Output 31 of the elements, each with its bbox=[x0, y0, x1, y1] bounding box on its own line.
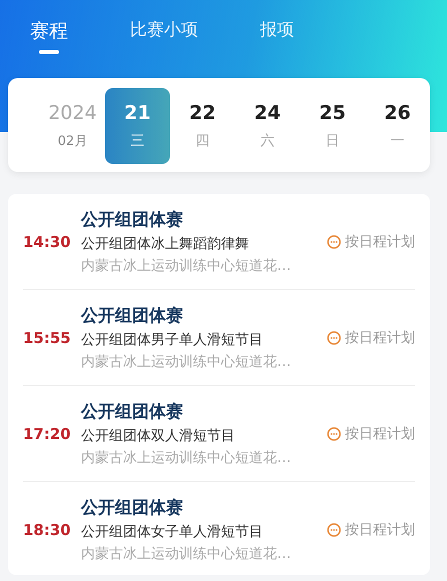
year-label: 2024 bbox=[48, 102, 97, 124]
event-group: 公开组团体赛 bbox=[81, 304, 327, 327]
date-item[interactable]: 26 一 bbox=[365, 88, 430, 164]
more-icon bbox=[327, 522, 341, 536]
event-venue: 内蒙古冰上运动训练中心短道花… bbox=[81, 353, 292, 371]
event-status: 按日程计划 bbox=[345, 424, 415, 442]
event-group: 公开组团体赛 bbox=[81, 400, 327, 423]
month-label: 02月 bbox=[58, 133, 88, 150]
event-time: 15:55 bbox=[23, 328, 72, 346]
tab[interactable]: 赛程 bbox=[30, 18, 68, 54]
event-venue: 内蒙古冰上运动训练中心短道花… bbox=[81, 449, 292, 467]
date-item[interactable]: 24 六 bbox=[235, 88, 300, 164]
event-name: 公开组团体男子单人滑短节目 bbox=[81, 331, 264, 349]
more-icon bbox=[327, 234, 341, 248]
event-group: 公开组团体赛 bbox=[81, 208, 327, 231]
event-time: 18:30 bbox=[23, 520, 72, 538]
event-venue: 内蒙古冰上运动训练中心短道花… bbox=[81, 545, 292, 563]
event-time: 14:30 bbox=[23, 232, 72, 250]
event-status: 按日程计划 bbox=[345, 328, 415, 346]
event-venue: 内蒙古冰上运动训练中心短道花… bbox=[81, 257, 292, 275]
event-status: 按日程计划 bbox=[345, 520, 415, 538]
event-time: 17:20 bbox=[23, 424, 72, 442]
event-name: 公开组团体冰上舞蹈韵律舞 bbox=[81, 235, 250, 253]
more-icon bbox=[327, 426, 341, 440]
event-group: 公开组团体赛 bbox=[81, 496, 327, 519]
date-item[interactable]: 22 四 bbox=[170, 88, 235, 164]
event-name: 公开组团体女子单人滑短节目 bbox=[81, 523, 264, 541]
more-icon bbox=[327, 330, 341, 344]
event-status: 按日程计划 bbox=[345, 232, 415, 250]
date-item[interactable]: 25 日 bbox=[300, 88, 365, 164]
event-name: 公开组团体双人滑短节目 bbox=[81, 427, 236, 445]
